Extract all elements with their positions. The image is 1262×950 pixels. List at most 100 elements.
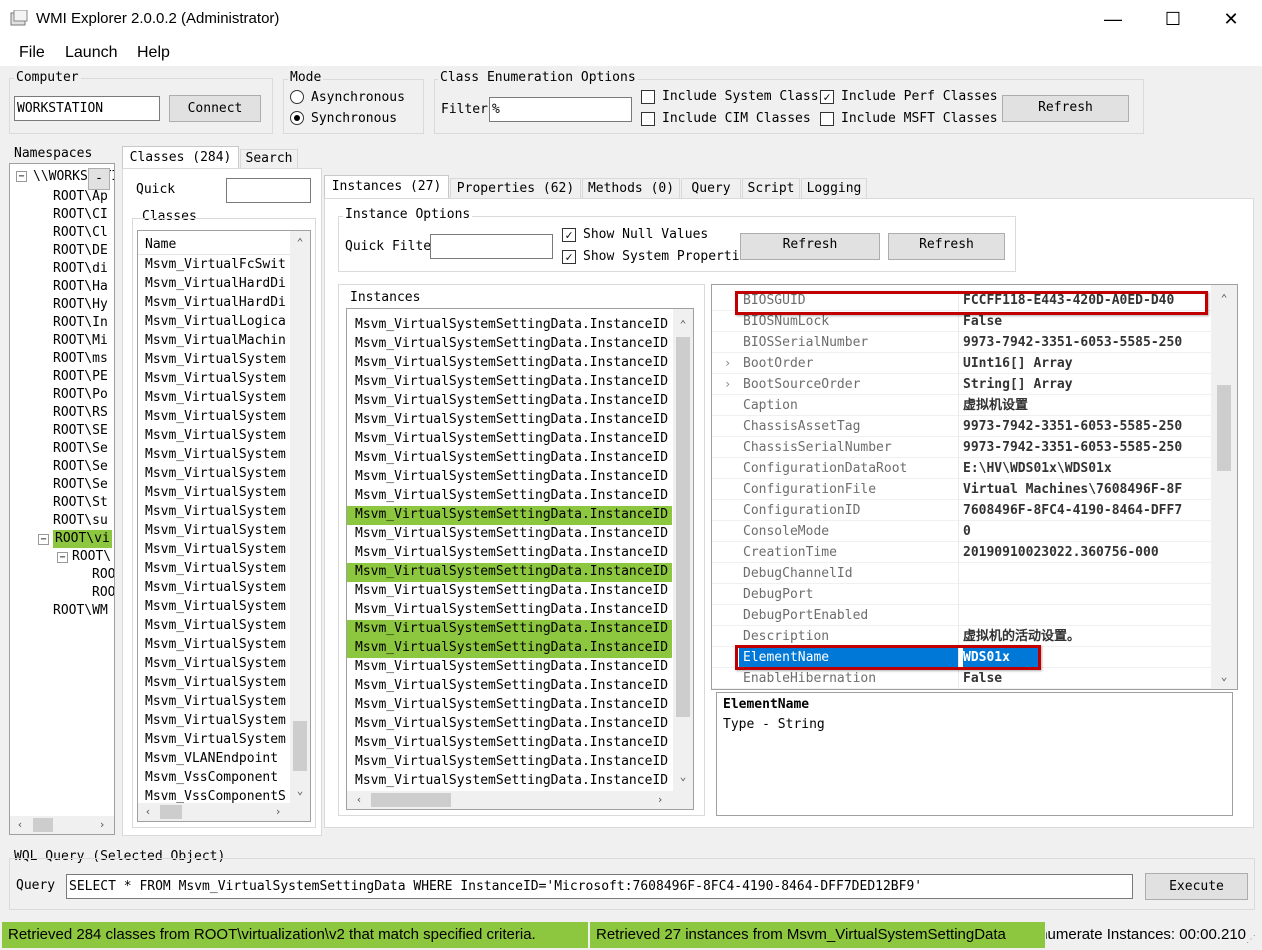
- close-button[interactable]: ✕: [1208, 0, 1254, 38]
- list-item[interactable]: Msvm_VirtualSystem: [145, 427, 286, 446]
- quick-input[interactable]: [226, 178, 311, 203]
- list-item[interactable]: Msvm_VirtualSystem: [145, 693, 286, 712]
- list-item[interactable]: Msvm_VirtualSystemSettingData.InstanceID: [347, 468, 672, 487]
- property-value[interactable]: E:\HV\WDS01x\WDS01x: [963, 458, 1212, 479]
- scroll-thumb[interactable]: [293, 721, 307, 771]
- scroll-down-icon[interactable]: ⌄: [292, 783, 308, 799]
- property-row[interactable]: Caption 虚拟机设置: [712, 395, 1212, 416]
- property-value[interactable]: 虚拟机设置: [963, 395, 1212, 416]
- list-item[interactable]: Msvm_VirtualSystemSettingData.InstanceID: [347, 411, 672, 430]
- tree-item-child[interactable]: ROOT\: [72, 548, 111, 566]
- tab-script[interactable]: Script: [742, 178, 800, 199]
- list-item[interactable]: Msvm_VirtualSystemSettingData.InstanceID: [347, 734, 672, 753]
- list-item[interactable]: Msvm_VssComponent: [145, 769, 278, 788]
- tree-item[interactable]: ROOT\di: [53, 260, 108, 278]
- scroll-thumb[interactable]: [33, 818, 53, 832]
- property-row[interactable]: BIOSSerialNumber 9973-7942-3351-6053-5585…: [712, 332, 1212, 353]
- scroll-thumb[interactable]: [160, 805, 182, 819]
- list-item[interactable]: Msvm_VirtualSystem: [145, 522, 286, 541]
- list-item[interactable]: Msvm_VirtualSystemSettingData.InstanceID: [347, 430, 672, 449]
- list-item[interactable]: Msvm_VirtualSystemSettingData.InstanceID: [347, 601, 672, 620]
- scroll-right-icon[interactable]: ›: [652, 792, 668, 808]
- tree-item[interactable]: ROOT\Cl: [53, 224, 108, 242]
- scroll-up-icon[interactable]: ⌃: [1216, 291, 1232, 307]
- scroll-right-icon[interactable]: ›: [270, 804, 286, 820]
- classes-vscrollbar[interactable]: ⌃ ⌄: [290, 231, 310, 803]
- tree-item-selected[interactable]: ROOT\vi: [53, 530, 112, 548]
- instances-vscrollbar[interactable]: ⌃ ⌄: [673, 309, 693, 791]
- property-row[interactable]: DebugPortEnabled: [712, 605, 1212, 626]
- connect-button[interactable]: Connect: [169, 95, 261, 122]
- collapse-button[interactable]: -: [88, 168, 110, 190]
- filter-input[interactable]: %: [489, 97, 632, 122]
- property-row[interactable]: ChassisAssetTag 9973-7942-3351-6053-5585-…: [712, 416, 1212, 437]
- list-item[interactable]: Msvm_VirtualSystem: [145, 408, 286, 427]
- scroll-right-icon[interactable]: ›: [94, 817, 110, 833]
- property-value[interactable]: 9973-7942-3351-6053-5585-250: [963, 416, 1212, 437]
- property-value[interactable]: [963, 563, 1212, 584]
- list-item[interactable]: Msvm_VirtualSystemSettingData.InstanceID: [347, 354, 672, 373]
- property-row[interactable]: ConfigurationID 7608496F-8FC4-4190-8464-D…: [712, 500, 1212, 521]
- show-null-checkbox[interactable]: ✓: [562, 228, 576, 242]
- query-input[interactable]: SELECT * FROM Msvm_VirtualSystemSettingD…: [66, 874, 1133, 899]
- list-item[interactable]: Msvm_VirtualSystem: [145, 389, 286, 408]
- list-item[interactable]: Msvm_VirtualHardDi: [145, 294, 286, 313]
- property-value[interactable]: 20190910023022.360756-000: [963, 542, 1212, 563]
- list-item[interactable]: Msvm_VirtualFcSwit: [145, 256, 286, 275]
- list-item[interactable]: Msvm_VirtualSystem: [145, 484, 286, 503]
- scroll-up-icon[interactable]: ⌃: [292, 235, 308, 251]
- menu-file[interactable]: File: [19, 44, 45, 62]
- property-row[interactable]: DebugChannelId: [712, 563, 1212, 584]
- tab-classes[interactable]: Classes (284): [122, 146, 239, 169]
- list-item[interactable]: Msvm_VirtualSystemSettingData.InstanceID: [347, 753, 672, 772]
- list-item[interactable]: Msvm_VirtualSystemSettingData.InstanceID: [347, 335, 672, 354]
- sync-radio[interactable]: [290, 111, 304, 125]
- tree-item[interactable]: ROOT\DE: [53, 242, 108, 260]
- property-row[interactable]: Description 虚拟机的活动设置。: [712, 626, 1212, 647]
- tree-item-grandchild[interactable]: ROO: [92, 566, 114, 584]
- list-item[interactable]: Msvm_VirtualSystemSettingData.InstanceID: [347, 639, 672, 658]
- menu-launch[interactable]: Launch: [65, 44, 118, 62]
- tree-item[interactable]: ROOT\Hy: [53, 296, 108, 314]
- tab-methods[interactable]: Methods (0): [582, 178, 680, 199]
- list-item[interactable]: Msvm_VirtualSystemSettingData.InstanceID: [347, 544, 672, 563]
- instance-refresh-button-2[interactable]: Refresh: [888, 233, 1005, 260]
- list-item[interactable]: Msvm_VirtualSystem: [145, 655, 286, 674]
- show-system-checkbox[interactable]: ✓: [562, 250, 576, 264]
- tree-hscrollbar[interactable]: ‹ ›: [10, 816, 114, 834]
- list-item[interactable]: Msvm_VLANEndpoint: [145, 750, 278, 769]
- property-row[interactable]: ChassisSerialNumber 9973-7942-3351-6053-5…: [712, 437, 1212, 458]
- list-item[interactable]: Msvm_VirtualSystem: [145, 579, 286, 598]
- tree-item-last[interactable]: ROOT\WM: [53, 602, 108, 620]
- tree-expander-icon[interactable]: −: [57, 552, 68, 563]
- list-item[interactable]: Msvm_VirtualSystemSettingData.InstanceID: [347, 392, 672, 411]
- list-item[interactable]: Msvm_VirtualHardDi: [145, 275, 286, 294]
- classes-hscrollbar[interactable]: ‹ ›: [138, 803, 310, 821]
- quick-filter-input[interactable]: [430, 234, 553, 259]
- list-item[interactable]: Msvm_VirtualSystem: [145, 674, 286, 693]
- tree-item[interactable]: ROOT\PE: [53, 368, 108, 386]
- property-value[interactable]: False: [963, 668, 1212, 689]
- instance-refresh-button[interactable]: Refresh: [740, 233, 880, 260]
- list-item[interactable]: Msvm_VirtualSystem: [145, 617, 286, 636]
- property-value[interactable]: 7608496F-8FC4-4190-8464-DFF7: [963, 500, 1212, 521]
- list-item[interactable]: Msvm_VirtualSystemSettingData.InstanceID: [347, 506, 672, 525]
- async-radio[interactable]: [290, 90, 304, 104]
- property-value[interactable]: UInt16[] Array: [963, 353, 1212, 374]
- computer-input[interactable]: WORKSTATION: [14, 96, 160, 121]
- list-item[interactable]: Msvm_VirtualSystemSettingData.InstanceID: [347, 772, 672, 791]
- list-item[interactable]: Msvm_VirtualSystemSettingData.InstanceID: [347, 525, 672, 544]
- tree-item[interactable]: ROOT\Se: [53, 458, 108, 476]
- scroll-down-icon[interactable]: ⌄: [1216, 669, 1232, 685]
- scroll-thumb[interactable]: [371, 793, 451, 807]
- scroll-down-icon[interactable]: ⌄: [675, 769, 691, 785]
- property-row[interactable]: CreationTime 20190910023022.360756-000: [712, 542, 1212, 563]
- scroll-left-icon[interactable]: ‹: [140, 804, 156, 820]
- list-item[interactable]: Msvm_VirtualSystem: [145, 446, 286, 465]
- include-cim-checkbox[interactable]: [641, 112, 655, 126]
- list-item[interactable]: Msvm_VirtualSystemSettingData.InstanceID: [347, 658, 672, 677]
- expand-chevron-icon[interactable]: ›: [724, 353, 731, 374]
- expand-chevron-icon[interactable]: ›: [724, 374, 731, 395]
- tree-item[interactable]: ROOT\Ha: [53, 278, 108, 296]
- tab-instances[interactable]: Instances (27): [324, 175, 449, 199]
